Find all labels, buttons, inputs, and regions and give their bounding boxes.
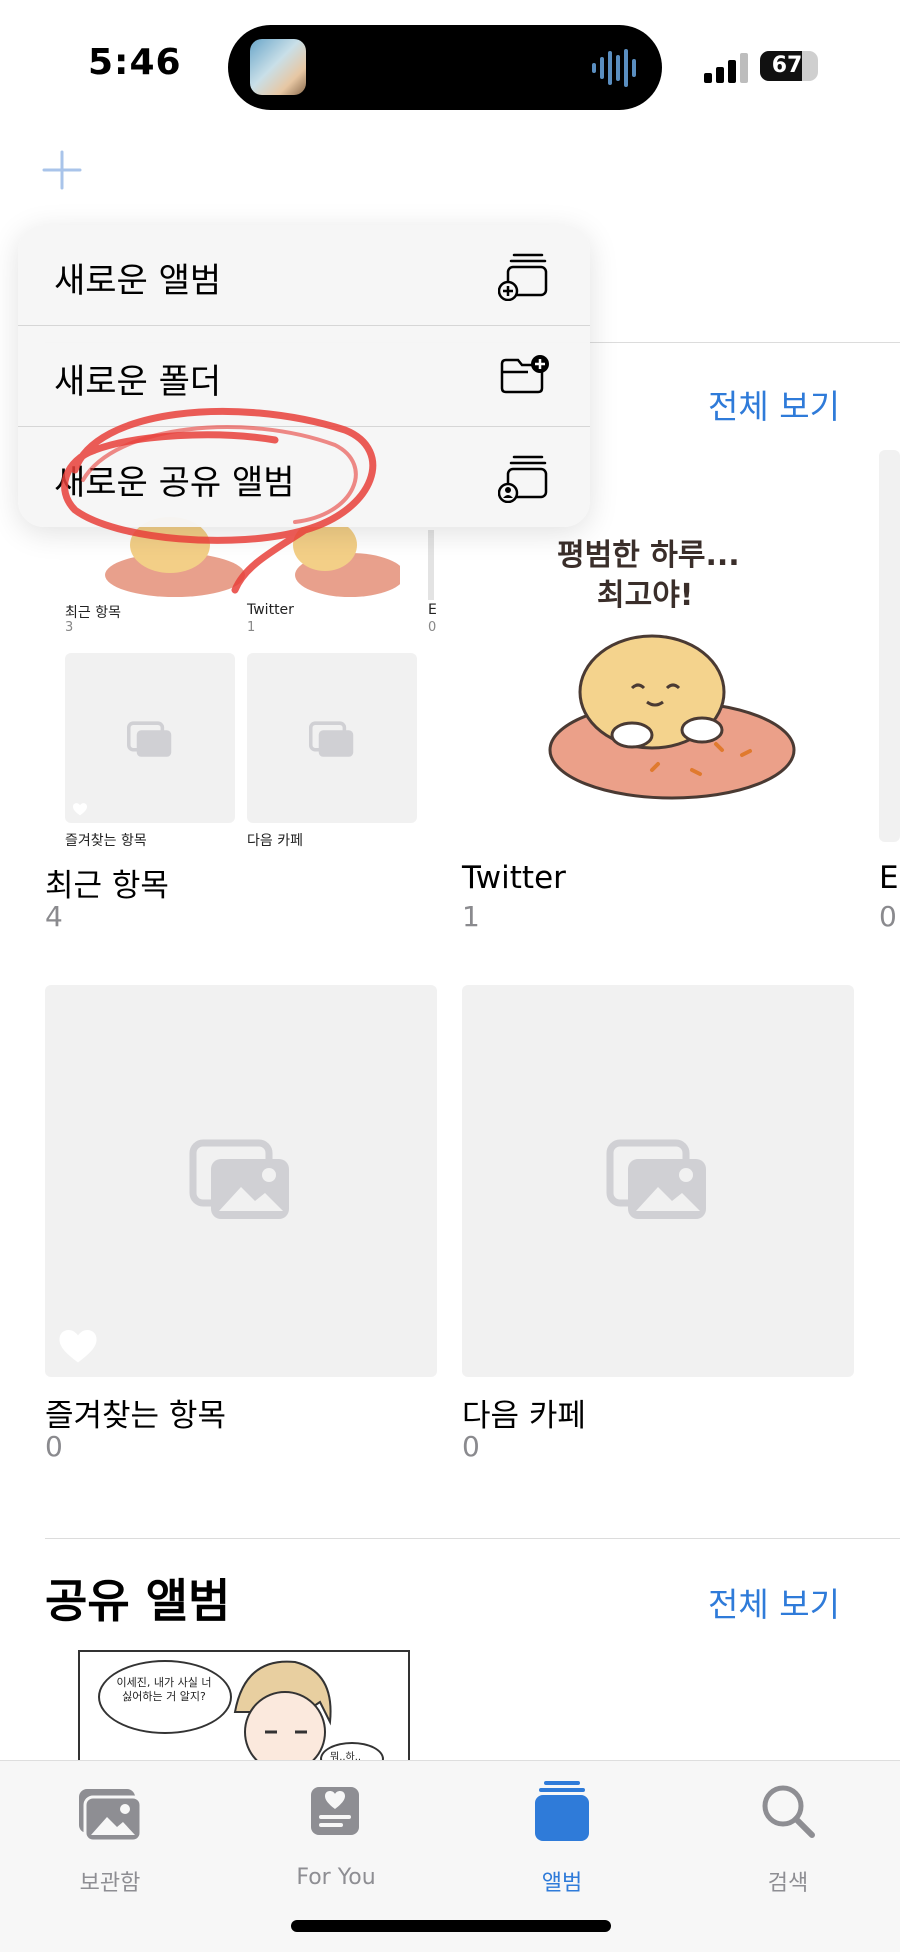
tab-albums[interactable]: 앨범 [472,1779,652,1899]
album-count: 1 [462,900,480,933]
photo-placeholder-icon [189,1139,289,1219]
photo-placeholder-icon [309,721,354,757]
status-time: 5:46 [88,42,182,83]
album-thumb-daum-cafe[interactable] [462,985,854,1377]
menu-item-label: 새로운 폴더 [54,362,222,402]
sticker-caption-line1: 평범한 하루... [557,538,740,573]
mini-album-count: 1 [247,620,256,635]
now-playing-artwork [250,39,306,95]
add-album-icon [498,253,548,301]
sticker-caption-line2: 최고야! [597,578,694,613]
mini-daum-thumb [247,653,417,823]
tab-library[interactable]: 보관함 [20,1779,200,1899]
tab-label: 보관함 [79,1871,141,1896]
album-name: E [879,860,899,896]
add-icon[interactable] [42,150,82,190]
shared-albums-title: 공유 앨범 [45,1574,231,1628]
mini-album-name: 즐겨찾는 항목 [65,833,147,849]
battery-indicator: 67 [760,51,818,81]
home-indicator[interactable] [291,1920,611,1932]
add-menu: 새로운 앨범 새로운 폴더 새로운 공유 앨범 [18,225,590,527]
cellular-signal-icon [704,53,748,83]
shared-albums-see-all-link[interactable]: 전체 보기 [708,1578,840,1626]
album-count: 0 [879,900,897,933]
album-count: 0 [45,1430,63,1463]
albums-icon [535,1781,589,1841]
tab-label: For You [296,1865,376,1890]
menu-item-new-shared-album[interactable]: 새로운 공유 앨범 [18,427,590,527]
menu-item-new-folder[interactable]: 새로운 폴더 [18,326,590,426]
section-divider [45,1538,900,1539]
album-count: 0 [462,1430,480,1463]
tab-search[interactable]: 검색 [698,1779,878,1899]
tab-label: 앨범 [541,1871,583,1896]
album-thumb-favorites[interactable] [45,985,437,1377]
album-count: 4 [45,900,63,933]
add-folder-icon [500,355,549,394]
mini-album-name: 다음 카페 [247,833,303,849]
photo-placeholder-icon [606,1139,706,1219]
shared-album-thumb-comic[interactable]: 이세진, 내가 사실 너 싫어하는 거 알지? 뭐..하.. [78,1650,410,1766]
comic-dialogue: 이세진, 내가 사실 너 싫어하는 거 알지? [116,1676,212,1703]
mini-thumb-edge [428,530,434,600]
hamster-sticker-image [548,634,796,800]
album-name: 즐겨찾는 항목 [45,1398,226,1434]
tab-label: 검색 [767,1871,809,1896]
menu-item-new-album[interactable]: 새로운 앨범 [18,225,590,325]
mini-album-name: Twitter [247,602,294,618]
dynamic-island[interactable] [228,25,662,110]
for-you-icon [311,1787,359,1835]
battery-percent: 67 [771,53,803,78]
mini-album-count: 3 [65,620,74,635]
heart-icon [59,1330,97,1363]
tab-for-you[interactable]: For You [246,1779,426,1899]
mini-album-name: E [428,602,436,618]
mini-album-count: 0 [428,620,436,635]
shared-album-icon [498,455,548,503]
album-name: 최근 항목 [45,868,169,904]
mini-album-name: 최근 항목 [65,605,121,621]
album-name: Twitter [462,860,566,896]
comic-character-image [233,1660,332,1764]
album-thumb-e[interactable] [879,450,900,842]
my-albums-see-all-link[interactable]: 전체 보기 [708,380,840,428]
mini-favorites-thumb [65,653,235,823]
search-icon [762,1785,815,1838]
album-name: 다음 카페 [462,1398,586,1434]
menu-item-label: 새로운 공유 앨범 [54,463,295,503]
library-icon [79,1789,143,1843]
menu-item-label: 새로운 앨범 [54,261,222,301]
photo-placeholder-icon [127,721,172,757]
audio-waveform-icon [592,49,636,87]
heart-icon [73,803,87,816]
